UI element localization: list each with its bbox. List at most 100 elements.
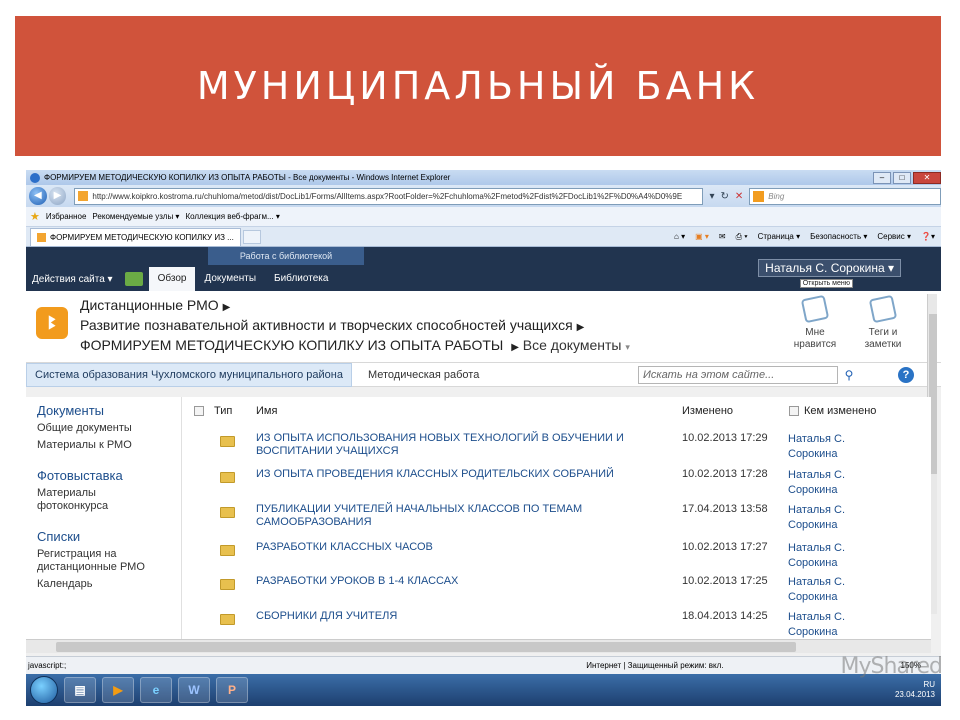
list-row[interactable]: РАЗРАБОТКИ КЛАССНЫХ ЧАСОВ 10.02.2013 17:… — [182, 541, 922, 575]
list-row[interactable]: РАЗРАБОТКИ УРОКОВ В 1-4 КЛАССАХ 10.02.20… — [182, 575, 922, 609]
address-text: http://www.koipkro.kostroma.ru/chuhloma/… — [92, 191, 683, 201]
feeds-icon[interactable]: ▣ ▾ — [695, 232, 709, 241]
row-modified-by[interactable]: Наталья С. Сорокина — [788, 503, 868, 533]
row-modified-by[interactable]: Наталья С. Сорокина — [788, 575, 868, 605]
start-button[interactable] — [30, 676, 58, 704]
security-zone[interactable]: Интернет | Защищенный режим: вкл. — [586, 661, 723, 670]
list-row[interactable]: ИЗ ОПЫТА ПРОВЕДЕНИЯ КЛАССНЫХ РОДИТЕЛЬСКИ… — [182, 468, 922, 502]
favorites-button[interactable]: Избранное — [46, 212, 87, 221]
media-player-taskbar-icon[interactable]: ▶ — [102, 677, 134, 703]
row-modified-by[interactable]: Наталья С. Сорокина — [788, 610, 868, 640]
row-modified-by[interactable]: Наталья С. Сорокина — [788, 432, 868, 462]
ql-item-registration[interactable]: Регистрация на дистанционные РМО — [37, 548, 167, 574]
command-bar: ⌂ ▾ ▣ ▾ ✉ ⎙ ▾ Страница ▾ Безопасность ▾ … — [674, 232, 941, 242]
tab-row: ФОРМИРУЕМ МЕТОДИЧЕСКУЮ КОПИЛКУ ИЗ ... ⌂ … — [26, 227, 941, 247]
like-button[interactable]: Мне нравится — [789, 294, 841, 351]
row-name[interactable]: ИЗ ОПЫТА ИСПОЛЬЗОВАНИЯ НОВЫХ ТЕХНОЛОГИЙ … — [256, 432, 656, 458]
modified-by-checkbox[interactable] — [789, 406, 799, 416]
tags-notes-button[interactable]: Теги и заметки — [857, 294, 909, 351]
back-button[interactable]: ◀ — [29, 187, 47, 205]
help-icon[interactable]: ? — [898, 367, 914, 383]
tray-date: 23.04.2013 — [894, 690, 935, 699]
address-row: ◀ ▶ http://www.koipkro.kostroma.ru/chuhl… — [26, 185, 941, 207]
site-search-input[interactable]: Искать на этом сайте... — [638, 366, 838, 384]
tab-documents[interactable]: Документы — [195, 267, 265, 291]
favorites-bar: ★ Избранное Рекомендуемые узлы ▾ Коллекц… — [26, 207, 941, 227]
input-language[interactable]: RU — [923, 680, 935, 689]
forward-button[interactable]: ▶ — [48, 187, 67, 205]
print-icon[interactable]: ⎙ ▾ — [736, 232, 748, 242]
user-menu-button[interactable]: Наталья С. Сорокина ▾ — [758, 259, 901, 277]
ql-item-rmo-materials[interactable]: Материалы к РМО — [37, 439, 181, 452]
col-header-type[interactable]: Тип — [214, 405, 232, 417]
col-header-modified-by[interactable]: Кем изменено — [804, 405, 876, 417]
stop-icon[interactable]: ✕ — [735, 191, 743, 202]
list-title[interactable]: ФОРМИРУЕМ МЕТОДИЧЕСКУЮ КОПИЛКУ ИЗ ОПЫТА … — [80, 337, 503, 353]
tab-library[interactable]: Библиотека — [265, 267, 337, 291]
favorites-star-icon[interactable]: ★ — [30, 210, 40, 223]
site-actions-menu[interactable]: Действия сайта ▾ — [26, 274, 119, 285]
row-name[interactable]: СБОРНИКИ ДЛЯ УЧИТЕЛЯ — [256, 610, 656, 623]
close-button[interactable]: ✕ — [913, 171, 941, 184]
list-row[interactable]: ПУБЛИКАЦИИ УЧИТЕЛЕЙ НАЧАЛЬНЫХ КЛАССОВ ПО… — [182, 503, 922, 537]
horizontal-scrollbar[interactable] — [26, 639, 931, 653]
ql-heading-documents[interactable]: Документы — [37, 403, 181, 418]
browser-tab[interactable]: ФОРМИРУЕМ МЕТОДИЧЕСКУЮ КОПИЛКУ ИЗ ... — [30, 227, 241, 246]
bing-search-box[interactable]: Bing — [749, 187, 941, 205]
row-modified-by[interactable]: Наталья С. Сорокина — [788, 541, 868, 571]
new-tab-button[interactable] — [242, 229, 261, 244]
address-bar[interactable]: http://www.koipkro.kostroma.ru/chuhloma/… — [74, 187, 704, 205]
topnav-item-method[interactable]: Методическая работа — [352, 369, 495, 381]
row-modified: 10.02.2013 17:28 — [682, 468, 768, 480]
fav-link-webslices[interactable]: Коллекция веб-фрагм... ▾ — [185, 212, 279, 221]
breadcrumb-site[interactable]: Дистанционные РМО ▶ — [80, 297, 230, 313]
site-logo-icon[interactable]: ꔪ — [36, 307, 68, 339]
search-icon[interactable]: ⚲ — [840, 366, 858, 384]
ribbon-group-label: Работа с библиотекой — [208, 247, 364, 265]
powerpoint-taskbar-icon[interactable]: P — [216, 677, 248, 703]
row-modified-by[interactable]: Наталья С. Сорокина — [788, 468, 868, 498]
fav-link-suggested[interactable]: Рекомендуемые узлы ▾ — [92, 212, 179, 221]
refresh-icon[interactable]: ↻ — [720, 191, 728, 202]
col-header-name[interactable]: Имя — [256, 405, 277, 417]
breadcrumb-subsite[interactable]: Развитие познавательной активности и тво… — [80, 317, 584, 333]
row-modified: 18.04.2013 14:25 — [682, 610, 768, 622]
document-list: Тип Имя Изменено Кем изменено ИЗ ОПЫТА И… — [182, 397, 922, 639]
cmd-page[interactable]: Страница ▾ — [758, 232, 801, 241]
folder-icon — [220, 545, 235, 556]
page-body: Документы Общие документы Материалы к РМ… — [26, 397, 931, 639]
tags-label: Теги и заметки — [864, 327, 902, 350]
list-row[interactable]: ИЗ ОПЫТА ИСПОЛЬЗОВАНИЯ НОВЫХ ТЕХНОЛОГИЙ … — [182, 432, 922, 466]
ql-heading-photos[interactable]: Фотовыставка — [37, 468, 181, 483]
ql-heading-lists[interactable]: Списки — [37, 529, 181, 544]
mail-icon[interactable]: ✉ — [719, 232, 726, 241]
home-icon[interactable]: ⌂ ▾ — [674, 232, 685, 241]
ql-item-shared-docs[interactable]: Общие документы — [37, 422, 181, 435]
row-name[interactable]: РАЗРАБОТКИ КЛАССНЫХ ЧАСОВ — [256, 541, 656, 554]
topnav-item-home[interactable]: Система образования Чухломского муниципа… — [26, 362, 352, 387]
minimize-button[interactable]: – — [873, 171, 891, 184]
col-header-modified[interactable]: Изменено — [682, 405, 733, 417]
row-modified: 10.02.2013 17:25 — [682, 575, 768, 587]
edit-page-icon[interactable] — [124, 272, 143, 286]
cmd-tools[interactable]: Сервис ▾ — [877, 232, 911, 241]
ql-item-photo-materials[interactable]: Материалы фотоконкурса — [37, 487, 127, 513]
row-name[interactable]: РАЗРАБОТКИ УРОКОВ В 1-4 КЛАССАХ — [256, 575, 656, 588]
select-all-checkbox[interactable] — [194, 406, 204, 416]
social-buttons: Мне нравится Теги и заметки — [789, 294, 909, 351]
tab-browse[interactable]: Обзор — [148, 267, 196, 291]
word-taskbar-icon[interactable]: W — [178, 677, 210, 703]
view-selector[interactable]: Все документы — [523, 337, 622, 353]
help-menu-icon[interactable]: ❓▾ — [921, 232, 935, 241]
explorer-taskbar-icon[interactable]: ▤ — [64, 677, 96, 703]
row-name[interactable]: ПУБЛИКАЦИИ УЧИТЕЛЕЙ НАЧАЛЬНЫХ КЛАССОВ ПО… — [256, 503, 656, 529]
top-navigation: Система образования Чухломского муниципа… — [26, 362, 941, 387]
ie-taskbar-icon[interactable]: e — [140, 677, 172, 703]
ql-item-calendar[interactable]: Календарь — [37, 578, 181, 591]
row-name[interactable]: ИЗ ОПЫТА ПРОВЕДЕНИЯ КЛАССНЫХ РОДИТЕЛЬСКИ… — [256, 468, 656, 481]
system-tray: RU 23.04.2013 — [895, 680, 941, 700]
sharepoint-ribbon: Работа с библиотекой Действия сайта ▾ Об… — [26, 247, 941, 291]
cmd-security[interactable]: Безопасность ▾ — [810, 232, 867, 241]
maximize-button[interactable]: □ — [893, 171, 911, 184]
dropdown-icon[interactable]: ▾ — [709, 191, 714, 202]
